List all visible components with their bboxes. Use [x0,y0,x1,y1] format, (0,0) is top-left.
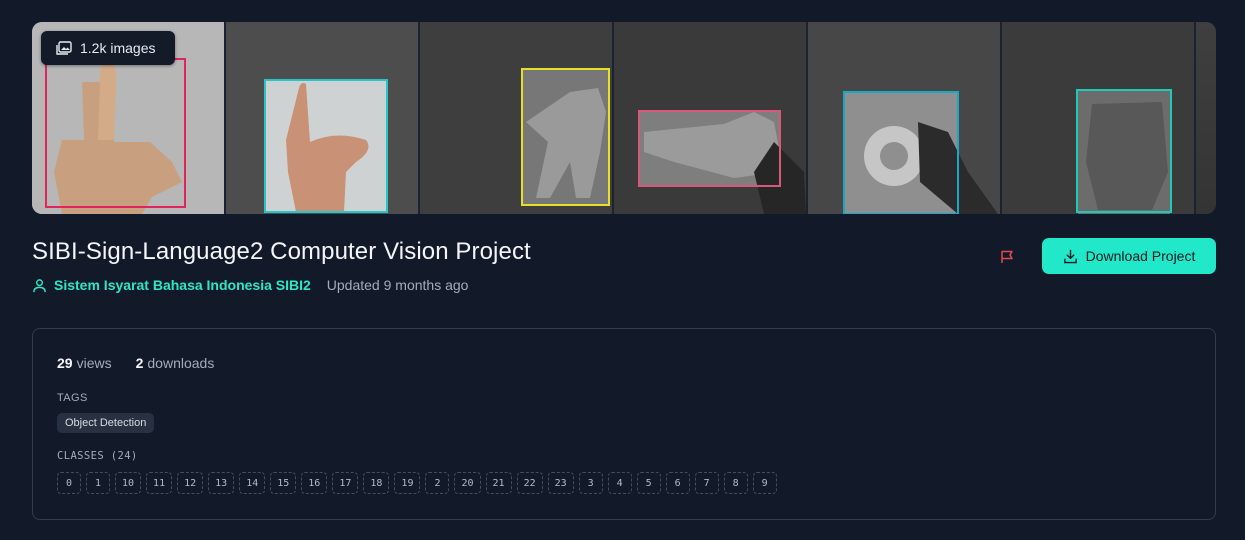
downloads-stat: 2 downloads [136,355,215,371]
bounding-box [521,68,610,206]
bounding-box [45,58,186,208]
class-chip: 0 [57,472,81,494]
flag-icon [1001,250,1013,263]
class-chip: 3 [578,472,603,494]
gallery-thumbnail[interactable] [420,22,612,214]
gallery-thumbnail[interactable] [226,22,418,214]
project-details-card: 29 views 2 downloads TAGS Object Detection… [32,328,1216,520]
class-chip: 20 [454,472,481,494]
downloads-label: downloads [147,355,215,371]
class-chip: 18 [363,472,390,494]
views-count: 29 [57,355,73,371]
class-chip: 15 [270,472,297,494]
download-project-label: Download Project [1085,248,1196,264]
class-chip: 7 [694,472,719,494]
updated-timestamp: Updated 9 months ago [326,277,469,293]
class-chip: 23 [547,472,574,494]
class-chip: 8 [723,472,748,494]
class-chip: 19 [394,472,421,494]
image-gallery-strip[interactable] [32,22,1216,214]
class-chip: 11 [146,472,173,494]
user-icon [33,278,46,292]
class-chip: 21 [485,472,512,494]
image-count-badge: 1.2k images [41,31,175,65]
class-chip: 10 [115,472,142,494]
class-chip: 6 [665,472,690,494]
bounding-box [638,110,781,187]
class-chip: 12 [177,472,204,494]
class-chip: 9 [752,472,777,494]
classes-heading: CLASSES (24) [57,450,138,462]
bounding-box [1076,89,1172,213]
owner-link[interactable]: Sistem Isyarat Bahasa Indonesia SIBI2 [32,277,311,293]
gallery-thumbnail[interactable] [808,22,1000,214]
gallery-thumbnail[interactable] [614,22,806,214]
class-list: 0 1 10 11 12 13 14 15 16 17 18 19 2 20 2… [57,472,777,494]
project-meta: Sistem Isyarat Bahasa Indonesia SIBI2 Up… [32,277,468,293]
report-button[interactable] [992,242,1022,272]
project-stats: 29 views 2 downloads [57,355,214,371]
gallery-thumbnail[interactable] [1196,22,1216,214]
views-label: views [76,355,112,371]
class-chip: 1 [86,472,110,494]
download-project-button[interactable]: Download Project [1042,238,1216,274]
download-icon [1063,249,1077,263]
owner-name: Sistem Isyarat Bahasa Indonesia SIBI2 [54,277,311,293]
tag-object-detection[interactable]: Object Detection [57,413,155,433]
tags-heading: TAGS [57,392,88,404]
page-title: SIBI-Sign-Language2 Computer Vision Proj… [32,238,531,265]
class-chip: 5 [636,472,661,494]
class-chip: 16 [301,472,328,494]
class-chip: 13 [208,472,235,494]
gallery-thumbnail[interactable] [1002,22,1194,214]
downloads-count: 2 [135,355,144,371]
bounding-box [843,91,959,214]
class-chip: 17 [332,472,359,494]
class-chip: 4 [607,472,632,494]
class-chip: 22 [516,472,543,494]
views-stat: 29 views [57,355,112,371]
images-icon [56,41,72,55]
class-chip: 2 [425,472,450,494]
bounding-box [264,79,388,213]
class-chip: 14 [239,472,266,494]
image-count-text: 1.2k images [80,40,156,56]
